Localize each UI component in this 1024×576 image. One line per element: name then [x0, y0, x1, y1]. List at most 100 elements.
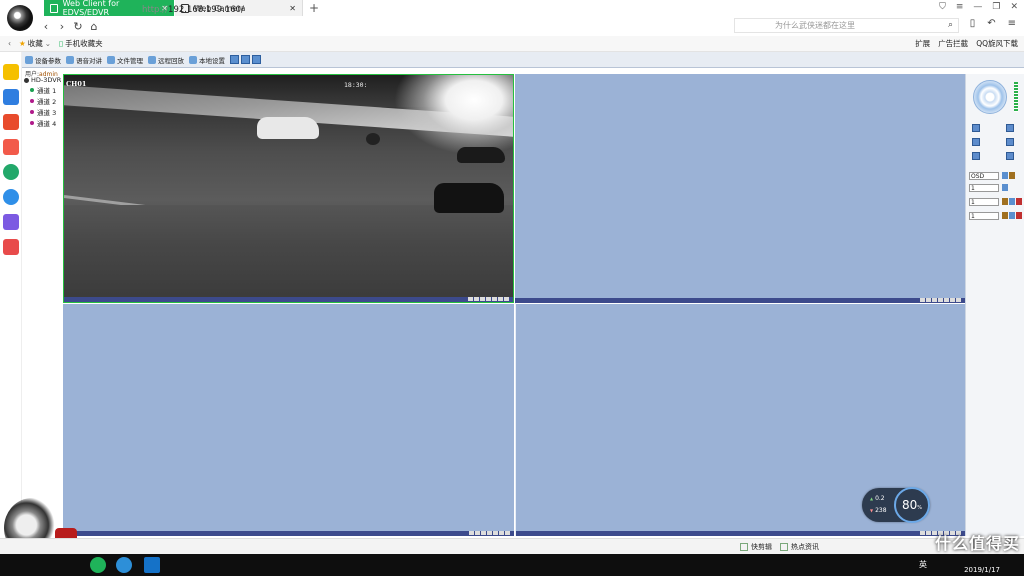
search-icon[interactable]: ⌕ [948, 20, 953, 30]
cruise-edit-icon[interactable] [1002, 198, 1008, 205]
qq-download-button[interactable]: QQ旋风下载 [976, 38, 1018, 49]
minimize-icon[interactable]: — [973, 2, 982, 12]
remote-playback-button[interactable]: 远程回放 [148, 55, 184, 65]
address-bar[interactable]: http:// 192.168.199.160/ [130, 3, 770, 17]
main-menu-icon[interactable]: ≡ [1008, 18, 1016, 29]
channel-item-1[interactable]: 通道 1 [24, 85, 64, 95]
layout-4-icon[interactable] [241, 55, 250, 64]
chevron-down-icon: ⌄ [44, 39, 52, 48]
reload-icon[interactable]: ↻ [70, 20, 86, 33]
news-icon[interactable] [3, 89, 19, 105]
star-icon: ★ [19, 39, 26, 48]
file-manager-button[interactable]: 文件管理 [107, 55, 143, 65]
edge-icon[interactable] [144, 557, 160, 573]
bookmark-page-icon[interactable]: ▯ [970, 18, 976, 29]
zoom-in-icon[interactable] [1006, 124, 1014, 132]
ime-language[interactable]: 英 [919, 559, 927, 570]
track-select[interactable]: 1 [969, 212, 999, 220]
upload-speed: 0.2 [870, 495, 885, 502]
browser-360-icon[interactable] [90, 557, 106, 573]
world-icon[interactable] [3, 164, 19, 180]
search-input[interactable]: 为什么武侠迷都在这里 ⌕ [734, 18, 959, 33]
osd-select[interactable]: OSD [969, 172, 999, 180]
zoom-out-icon[interactable] [972, 124, 980, 132]
cruise-start-icon[interactable] [1009, 198, 1015, 205]
folder-icon [107, 55, 115, 64]
home-icon[interactable]: ⌂ [86, 20, 102, 33]
skin-icon[interactable]: ⛉ [939, 2, 946, 12]
search-placeholder: 为什么武侠迷都在这里 [775, 21, 855, 30]
preset-go-icon[interactable] [1002, 184, 1008, 191]
weibo-icon[interactable] [3, 114, 19, 130]
ptz-direction-dial[interactable] [973, 80, 1007, 114]
phone-icon: ▯ [59, 39, 64, 48]
favorites-star-icon[interactable] [3, 64, 19, 80]
minus-app-icon[interactable] [3, 189, 19, 205]
camera-car-white [257, 117, 319, 139]
browser-sidebar [0, 52, 22, 542]
bookmark-mobile[interactable]: ▯ 手机收藏夹 [59, 38, 103, 49]
bookmark-label: 手机收藏夹 [65, 39, 103, 48]
taskbar-date[interactable]: 2019/1/17 [964, 566, 1000, 574]
device-root[interactable]: HD-3DVR [24, 76, 64, 84]
cruise-stop-icon[interactable] [1016, 198, 1022, 205]
pane-buttons[interactable] [468, 297, 509, 301]
toolbar-label: 本地设置 [199, 56, 225, 65]
status-label: 热点资讯 [791, 543, 819, 551]
adblock-button[interactable]: 广告拦截 [938, 38, 968, 49]
video-pane-3[interactable] [63, 304, 514, 536]
bookmark-favorites[interactable]: ★ 收藏 ⌄ [19, 38, 51, 49]
browser-right-icons: ▯ ↶ ≡ [970, 18, 1016, 29]
percent-value: 80 [901, 498, 918, 512]
focus-far-icon[interactable] [1006, 138, 1014, 146]
iris-close-icon[interactable] [972, 152, 980, 160]
camera-car-black [434, 183, 504, 213]
channel-osd-label: CH01 [66, 80, 87, 88]
extensions-button[interactable]: 扩展 [915, 38, 930, 49]
ptz-focus-row [972, 138, 1014, 146]
menu-icon[interactable]: ≡ [956, 2, 964, 12]
device-params-button[interactable]: 设备参数 [25, 55, 61, 65]
pane-buttons[interactable] [920, 298, 961, 302]
channel-item-2[interactable]: 通道 2 [24, 96, 64, 106]
track-edit-icon[interactable] [1002, 212, 1008, 219]
channel-status-icon [30, 88, 34, 92]
back-icon[interactable]: ‹ [38, 20, 54, 33]
collapse-icon[interactable]: ‹ [8, 39, 11, 48]
voice-talk-button[interactable]: 语音对讲 [66, 55, 102, 65]
track-stop-icon[interactable] [1016, 212, 1022, 219]
osd-set-icon[interactable] [1002, 172, 1008, 179]
local-settings-button[interactable]: 本地设置 [189, 55, 225, 65]
download-speed: 238 [870, 507, 886, 514]
video-grid: CH01 18:30: [63, 74, 965, 536]
percent-unit: % [917, 505, 923, 511]
gamepad-icon[interactable] [3, 239, 19, 255]
quick-edit-button[interactable]: 快剪辑 [740, 542, 772, 552]
video-pane-2[interactable] [515, 74, 965, 303]
channel-item-4[interactable]: 通道 4 [24, 118, 64, 128]
osd-edit-icon[interactable] [1009, 172, 1015, 179]
layout-9-icon[interactable] [252, 55, 261, 64]
video-pane-1[interactable]: CH01 18:30: [63, 74, 514, 303]
focus-near-icon[interactable] [972, 138, 980, 146]
close-window-icon[interactable]: ✕ [1010, 2, 1018, 12]
game-center-icon[interactable] [3, 139, 19, 155]
bookmarks-bar: ‹ ★ 收藏 ⌄ ▯ 手机收藏夹 扩展 广告拦截 QQ旋风下载 [0, 36, 1024, 52]
restore-icon[interactable]: ❐ [992, 2, 1000, 12]
pane-control-bar [63, 531, 514, 536]
channel-item-3[interactable]: 通道 3 [24, 107, 64, 117]
ie-like-icon[interactable] [116, 557, 132, 573]
iris-open-icon[interactable] [1006, 152, 1014, 160]
bookmark-label: 收藏 [27, 39, 43, 48]
forward-icon[interactable]: › [54, 20, 70, 33]
notes-icon[interactable] [3, 214, 19, 230]
hot-news-button[interactable]: 热点资讯 [780, 542, 819, 552]
network-speed-widget[interactable]: 0.2 238 80% [862, 487, 930, 523]
preset-select[interactable]: 1 [969, 184, 999, 192]
ptz-iris-row [972, 152, 1014, 160]
cruise-select[interactable]: 1 [969, 198, 999, 206]
track-start-icon[interactable] [1009, 212, 1015, 219]
undo-icon[interactable]: ↶ [987, 18, 995, 29]
layout-1-icon[interactable] [230, 55, 239, 64]
pane-buttons[interactable] [469, 531, 510, 535]
